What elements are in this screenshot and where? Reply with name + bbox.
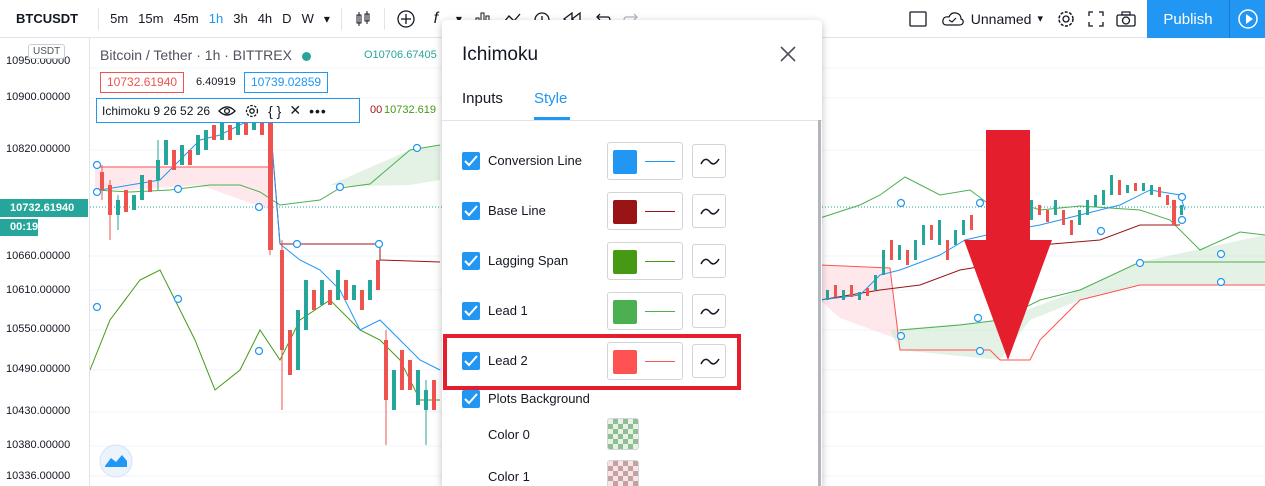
current-price-badge: 10732.61940 xyxy=(0,199,88,217)
price-axis[interactable]: 10950.00000 10900.00000 10820.00000 1066… xyxy=(0,38,90,486)
price-tick: 10336.00000 xyxy=(6,470,71,482)
timeframe-15m[interactable]: 15m xyxy=(133,11,168,26)
background-color-swatch[interactable] xyxy=(607,460,639,486)
source-code-icon[interactable]: { } xyxy=(268,103,281,119)
timeframe-4h[interactable]: 4h xyxy=(253,11,277,26)
ichimoku-settings-dialog: Ichimoku Inputs Style Conversion Line Ba… xyxy=(442,20,822,486)
dialog-title: Ichimoku xyxy=(462,44,539,65)
ohlc-open: O10706.67405 xyxy=(364,49,437,61)
divider xyxy=(98,7,100,30)
color-swatch xyxy=(613,150,637,174)
close-icon[interactable] xyxy=(778,44,798,64)
buy-price-box[interactable]: 10739.02859 xyxy=(244,72,329,93)
lead-1-checkbox[interactable] xyxy=(462,302,480,320)
more-icon[interactable]: ••• xyxy=(309,103,327,119)
plot-style-button[interactable] xyxy=(692,144,726,178)
timeframe-5m[interactable]: 5m xyxy=(105,11,133,26)
color-picker[interactable] xyxy=(607,142,683,180)
tab-inputs[interactable]: Inputs xyxy=(462,90,503,107)
publish-button[interactable]: Publish xyxy=(1147,0,1229,38)
row-label: Base Line xyxy=(488,203,546,218)
scrollbar[interactable] xyxy=(818,120,821,486)
fullscreen-icon[interactable] xyxy=(1081,4,1111,34)
line-style-sample xyxy=(645,211,675,212)
line-style-sample xyxy=(645,161,675,162)
price-tick: 10660.00000 xyxy=(6,250,71,262)
symbol-search[interactable]: BTCUSDT xyxy=(0,11,92,26)
row-label: Plots Background xyxy=(488,391,590,406)
chevron-down-icon[interactable]: ▾ xyxy=(319,4,335,34)
layout-menu[interactable]: Unnamed ▾ xyxy=(933,10,1051,28)
row-label: Color 1 xyxy=(488,469,530,484)
indicator-value-red: 00 xyxy=(370,104,383,116)
style-row-conversion-line: Conversion Line xyxy=(462,142,802,182)
divider xyxy=(442,120,822,121)
conversion-line-checkbox[interactable] xyxy=(462,152,480,170)
spread-value: 6.40919 xyxy=(196,76,236,88)
timeframe-d[interactable]: D xyxy=(277,11,296,26)
color-swatch xyxy=(613,300,637,324)
background-color-1-row: Color 1 xyxy=(462,458,802,486)
market-status-icon xyxy=(301,51,311,61)
color-picker[interactable] xyxy=(607,192,683,230)
lagging-span-checkbox[interactable] xyxy=(462,252,480,270)
layout-name: Unnamed xyxy=(970,10,1032,27)
camera-icon[interactable] xyxy=(1111,4,1141,34)
timeframe-45m[interactable]: 45m xyxy=(168,11,203,26)
candles-icon[interactable] xyxy=(348,4,378,34)
divider xyxy=(383,7,385,30)
indicator-legend-row[interactable]: Ichimoku 9 26 52 26 { } ✕ ••• xyxy=(96,98,360,123)
color-picker[interactable] xyxy=(607,292,683,330)
plot-style-button[interactable] xyxy=(692,294,726,328)
line-style-sample xyxy=(645,311,675,312)
divider xyxy=(340,7,342,30)
price-tick: 10380.00000 xyxy=(6,439,71,451)
chart-title-text: Bitcoin / Tether · 1h · BITTREX xyxy=(100,47,292,63)
currency-label[interactable]: USDT xyxy=(28,44,66,59)
price-tick: 10820.00000 xyxy=(6,143,71,155)
style-row-base-line: Base Line xyxy=(462,192,802,232)
play-icon[interactable] xyxy=(1229,0,1265,38)
row-label: Color 0 xyxy=(488,427,530,442)
price-tick: 10430.00000 xyxy=(6,405,71,417)
indicator-label: Ichimoku 9 26 52 26 xyxy=(102,103,211,118)
line-style-sample xyxy=(645,261,675,262)
tab-style[interactable]: Style xyxy=(534,90,567,107)
style-row-lead-1: Lead 1 xyxy=(462,292,802,332)
timeframe-w[interactable]: W xyxy=(297,11,319,26)
row-label: Conversion Line xyxy=(488,153,582,168)
countdown-badge: 00:19 xyxy=(0,219,38,236)
lead-2-highlight-box xyxy=(443,334,741,390)
plot-style-button[interactable] xyxy=(692,194,726,228)
timeframe-1h[interactable]: 1h xyxy=(204,11,228,26)
fullscreen-layout-icon[interactable] xyxy=(903,4,933,34)
indicator-value-green: 10732.619 xyxy=(384,104,436,116)
price-tick: 10490.00000 xyxy=(6,363,71,375)
plot-style-button[interactable] xyxy=(692,244,726,278)
background-color-swatch[interactable] xyxy=(607,418,639,450)
red-arrow-icon xyxy=(964,130,1052,360)
price-tick: 10610.00000 xyxy=(6,284,71,296)
timeframe-3h[interactable]: 3h xyxy=(228,11,252,26)
base-line-checkbox[interactable] xyxy=(462,202,480,220)
color-picker[interactable] xyxy=(607,242,683,280)
background-color-0-row: Color 0 xyxy=(462,416,802,456)
add-indicator-icon[interactable] xyxy=(391,4,421,34)
price-tick: 10550.00000 xyxy=(6,323,71,335)
chevron-down-icon: ▾ xyxy=(1037,13,1043,25)
color-swatch xyxy=(613,200,637,224)
gear-icon[interactable] xyxy=(244,103,260,119)
price-tick: 10900.00000 xyxy=(6,91,71,103)
style-row-lagging-span: Lagging Span xyxy=(462,242,802,282)
sell-price-box[interactable]: 10732.61940 xyxy=(100,72,185,93)
cloud-check-icon xyxy=(942,11,964,26)
row-label: Lagging Span xyxy=(488,253,569,268)
plots-background-checkbox[interactable] xyxy=(462,390,480,408)
settings-gear-icon[interactable] xyxy=(1051,4,1081,34)
chart-title: Bitcoin / Tether · 1h · BITTREX xyxy=(100,47,311,63)
color-swatch xyxy=(613,250,637,274)
row-label: Lead 1 xyxy=(488,303,528,318)
eye-icon[interactable] xyxy=(218,104,236,118)
close-icon[interactable]: ✕ xyxy=(289,102,301,119)
